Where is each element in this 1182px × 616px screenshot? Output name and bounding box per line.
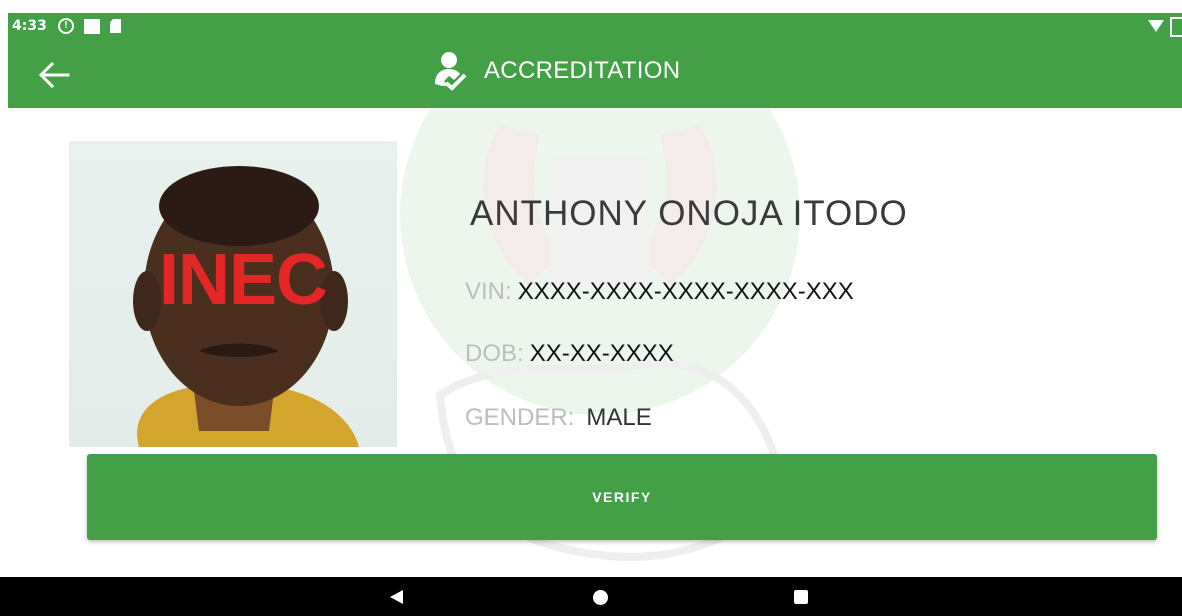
user-check-icon [435,52,467,91]
status-icons: ! [58,18,121,34]
status-bar: 4:33 ! [8,13,1182,41]
verify-button[interactable]: VERIFY [87,454,1157,540]
voter-name: ANTHONY ONOJA ITODO [470,194,908,233]
vin-row: VIN: XXXX-XXXX-XXXX-XXXX-XXX [465,278,854,306]
gender-row: GENDER: MALE [465,404,652,432]
back-button[interactable] [34,55,74,95]
voter-photo: INEC [69,141,397,447]
nav-home-icon[interactable] [593,590,608,605]
vin-value: XXXX-XXXX-XXXX-XXXX-XXX [517,278,854,305]
alert-icon: ! [58,18,74,34]
gender-value: MALE [586,404,652,431]
dob-label: DOB: [465,340,524,367]
gender-label: GENDER: [465,404,575,431]
app-title-group: ACCREDITATION [432,50,680,92]
dob-value: XX-XX-XXXX [529,340,674,367]
battery-icon [1170,17,1182,37]
nav-recents-icon[interactable] [794,590,808,604]
nav-back-icon[interactable] [390,590,403,604]
notification-square-icon [84,18,100,34]
photo-stamp: INEC [158,240,328,320]
wifi-icon [1148,20,1164,32]
vin-label: VIN: [465,278,512,305]
status-time: 4:33 [12,18,47,34]
arrow-left-icon [38,61,70,89]
system-nav-bar [0,577,1182,616]
sim-icon [110,19,121,33]
page-title: ACCREDITATION [484,57,681,84]
dob-row: DOB: XX-XX-XXXX [465,340,674,368]
app-bar: 4:33 ! ACCREDITATION [8,13,1182,108]
top-band [0,0,1182,13]
